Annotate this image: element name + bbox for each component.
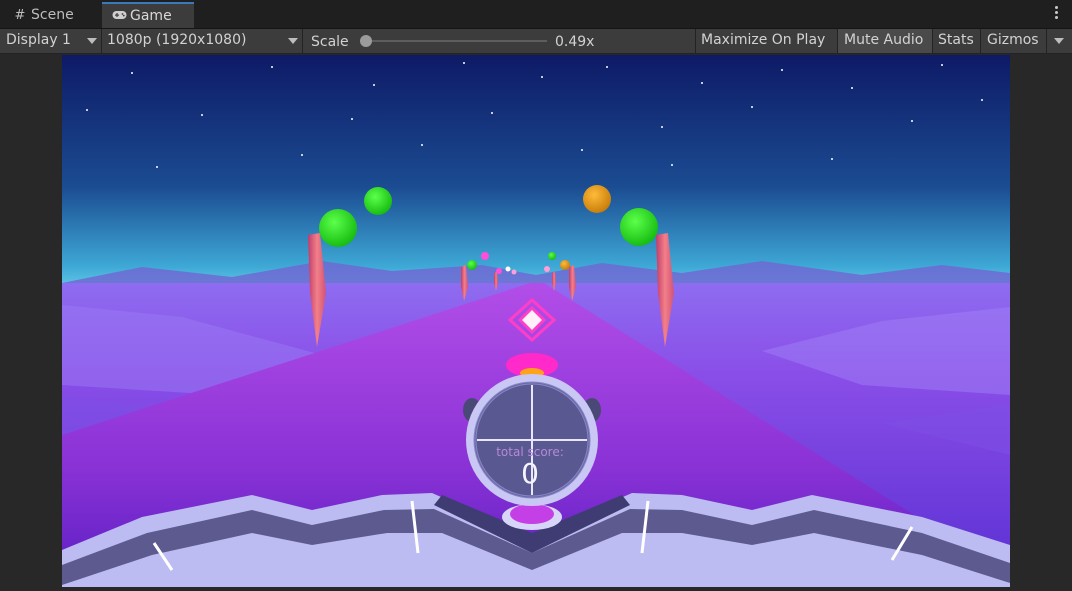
score-value: 0 (521, 457, 539, 490)
orange-orb (583, 185, 611, 213)
gamepad-icon (112, 4, 127, 29)
tab-bar: # Scene Game (0, 0, 1072, 29)
scale-slider-track[interactable] (365, 40, 547, 42)
gizmos-menu-button[interactable] (1047, 29, 1072, 53)
display-dropdown[interactable]: Display 1 (0, 29, 102, 53)
green-orb (620, 208, 658, 246)
unity-game-window: # Scene Game Display 1 1080p (1920x1080) … (0, 0, 1072, 591)
mute-audio-toggle[interactable]: Mute Audio (838, 29, 933, 53)
resolution-dropdown[interactable]: 1080p (1920x1080) (102, 29, 303, 53)
more-options-icon[interactable] (1054, 6, 1060, 22)
display-dropdown-label: Display 1 (6, 32, 71, 48)
game-viewport[interactable]: total score: 0 (62, 55, 1010, 587)
chevron-down-icon (87, 38, 97, 44)
chevron-down-icon (288, 38, 298, 44)
stats-toggle[interactable]: Stats (933, 29, 981, 53)
tab-game[interactable]: Game (102, 2, 194, 28)
tab-game-label: Game (130, 8, 172, 24)
chevron-down-icon (1054, 38, 1064, 44)
tab-scene-label: Scene (31, 7, 74, 23)
game-scene (62, 55, 1010, 587)
maximize-on-play-toggle[interactable]: Maximize On Play (696, 29, 838, 53)
tab-scene[interactable]: # Scene (3, 3, 101, 28)
scale-label: Scale (311, 34, 349, 50)
grid-icon: # (14, 8, 26, 23)
scale-value: 0.49x (555, 29, 696, 53)
gizmos-toggle[interactable]: Gizmos (981, 29, 1047, 53)
green-orb (364, 187, 392, 215)
ship-dashboard (62, 493, 1010, 587)
scale-slider-thumb[interactable] (360, 35, 372, 47)
sky (62, 55, 1010, 295)
green-orb (319, 209, 357, 247)
resolution-dropdown-label: 1080p (1920x1080) (107, 32, 247, 48)
